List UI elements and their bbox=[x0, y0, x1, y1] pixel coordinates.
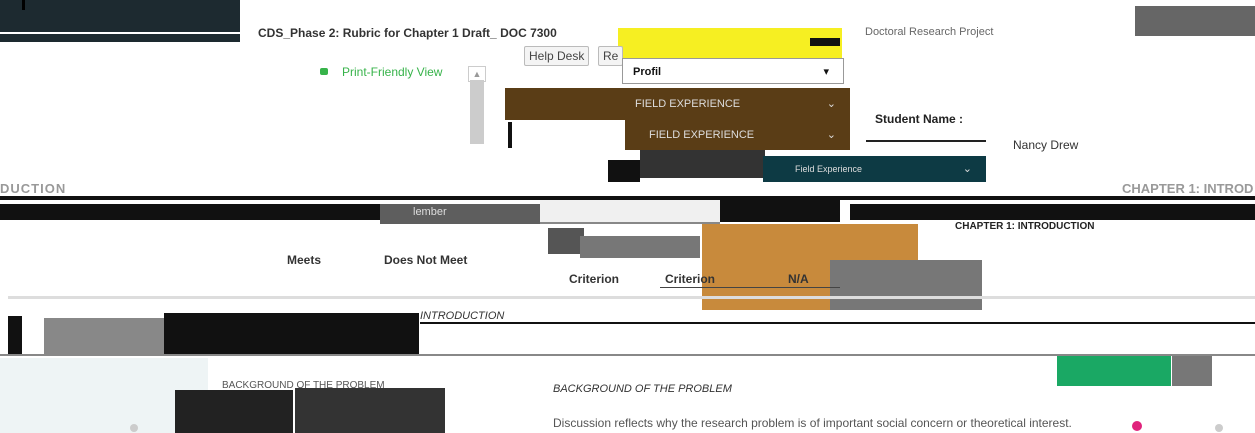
student-name-divider bbox=[866, 140, 986, 142]
dark-dropdown-shadow bbox=[640, 150, 765, 178]
row-background-left: BACKGROUND OF THE PROBLEM bbox=[222, 380, 385, 391]
radio-meets[interactable] bbox=[130, 424, 138, 432]
grey-block-6 bbox=[580, 236, 700, 258]
field-experience-dropdown-3[interactable]: Field Experience ⌄ bbox=[763, 156, 986, 182]
field-experience-label-2: FIELD EXPERIENCE bbox=[649, 129, 755, 141]
section-heading-left: DUCTION bbox=[0, 181, 67, 196]
field-experience-label-3: Field Experience bbox=[795, 164, 863, 174]
member-label: lember bbox=[413, 206, 447, 218]
profile-label: Profil bbox=[633, 66, 662, 78]
row-introduction-title: INTRODUCTION bbox=[420, 310, 505, 322]
student-name-value: Nancy Drew bbox=[1013, 138, 1079, 152]
radio-na[interactable] bbox=[1215, 424, 1223, 432]
black-block-1 bbox=[508, 122, 622, 148]
field-experience-dropdown-2[interactable]: FIELD EXPERIENCE ⌄ bbox=[625, 120, 850, 150]
column-does-not-meet-criterion: Criterion bbox=[665, 272, 716, 286]
column-does-not-meet: Does Not Meet bbox=[384, 253, 468, 267]
grey-indicator bbox=[1172, 356, 1212, 386]
chevron-down-icon: ▾ bbox=[823, 66, 829, 78]
black-row-block bbox=[164, 313, 419, 355]
field-experience-label-1: FIELD EXPERIENCE bbox=[635, 98, 741, 110]
print-icon[interactable] bbox=[320, 68, 328, 75]
grey-row-block bbox=[44, 318, 164, 354]
chapter-heading-bar bbox=[850, 204, 1255, 220]
chevron-down-icon: ⌄ bbox=[962, 163, 972, 175]
student-name-label: Student Name : bbox=[875, 112, 964, 126]
scroll-track[interactable] bbox=[470, 80, 484, 144]
rubric-title: CDS_Phase 2: Rubric for Chapter 1 Draft_… bbox=[258, 26, 557, 40]
row-background-title: BACKGROUND OF THE PROBLEM bbox=[553, 383, 732, 395]
dark-block-5 bbox=[548, 228, 584, 254]
chevron-down-icon: ⌄ bbox=[826, 129, 836, 141]
row-divider-top bbox=[8, 296, 1255, 299]
row-rule-1 bbox=[420, 322, 1255, 324]
row-background-description: Discussion reflects why the research pro… bbox=[553, 416, 1072, 430]
black-block-left-1 bbox=[8, 316, 22, 356]
header-right-box bbox=[1135, 6, 1255, 36]
dark-left-block bbox=[175, 390, 293, 433]
black-block-2 bbox=[608, 160, 640, 182]
column-meets: Meets bbox=[287, 253, 322, 267]
second-top-button[interactable]: Re bbox=[598, 46, 624, 66]
print-friendly-link[interactable]: Print-Friendly View bbox=[342, 65, 442, 79]
radio-selected[interactable] bbox=[1132, 421, 1142, 431]
green-indicator bbox=[1057, 356, 1171, 386]
corner-mark bbox=[22, 0, 45, 10]
help-desk-button[interactable]: Help Desk bbox=[524, 46, 590, 66]
yellow-highlight bbox=[618, 28, 842, 58]
dark-left-block-2 bbox=[295, 388, 445, 433]
black-rule-1 bbox=[810, 38, 840, 46]
chevron-down-icon: ⌄ bbox=[826, 98, 836, 110]
chapter-heading: CHAPTER 1: INTRODUCTION bbox=[955, 221, 1095, 232]
profile-dropdown[interactable]: Profil ▾ bbox=[622, 58, 844, 84]
column-meets-criterion: Criterion bbox=[569, 272, 620, 286]
black-block-4 bbox=[720, 200, 840, 222]
white-chip bbox=[540, 200, 720, 224]
field-experience-dropdown-1[interactable]: FIELD EXPERIENCE ⌄ bbox=[505, 88, 850, 120]
grey-block-7 bbox=[830, 260, 982, 310]
top-dark-strip bbox=[0, 34, 240, 42]
black-block-3 bbox=[0, 204, 380, 220]
member-bar bbox=[380, 204, 540, 224]
column-na: N/A bbox=[788, 272, 809, 286]
section-heading-right: CHAPTER 1: INTROD bbox=[1122, 181, 1254, 196]
header-right-text: Doctoral Research Project bbox=[865, 26, 994, 38]
header-underline bbox=[660, 287, 840, 288]
